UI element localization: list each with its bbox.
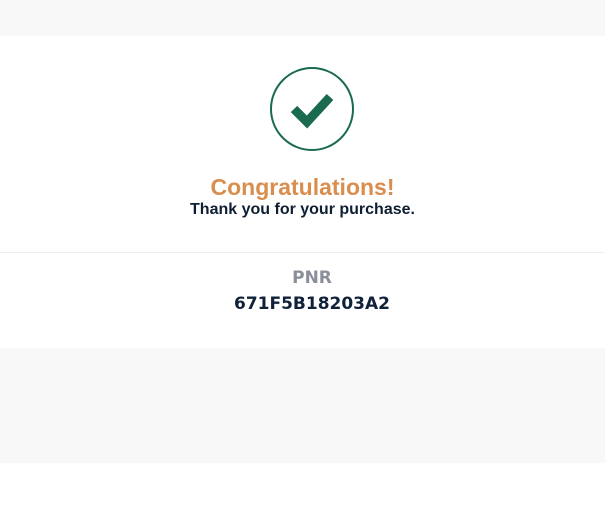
divider — [0, 252, 605, 253]
confirmation-card: Congratulations! Thank you for your purc… — [0, 36, 605, 348]
bottom-band — [0, 348, 605, 463]
success-check-icon — [270, 67, 354, 151]
pnr-value: 671F5B18203A2 — [233, 294, 390, 314]
top-band — [0, 0, 605, 36]
congratulations-title: Congratulations! — [210, 174, 395, 200]
checkmark-icon — [290, 93, 334, 129]
pnr-label: PNR — [292, 268, 332, 288]
thank-you-message: Thank you for your purchase. — [190, 201, 415, 218]
